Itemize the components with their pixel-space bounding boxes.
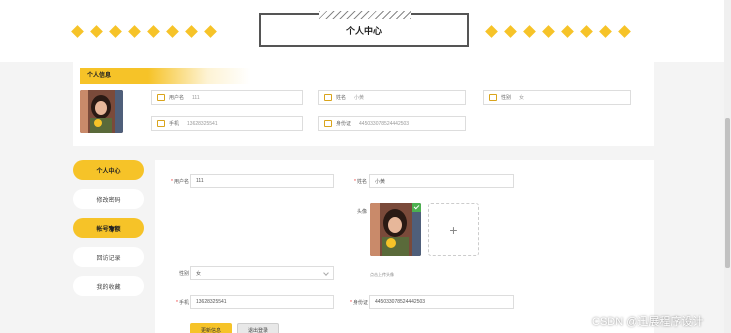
page-scrollbar[interactable] xyxy=(724,0,731,333)
username-input[interactable]: 111 xyxy=(190,174,334,188)
header-decoration-right xyxy=(485,25,631,38)
page-title-box: 个人中心 xyxy=(259,11,469,47)
header-decoration-left xyxy=(71,25,217,38)
avatar-upload-button[interactable]: + xyxy=(428,203,479,256)
home-icon xyxy=(489,94,497,101)
page-title: 个人中心 xyxy=(345,25,382,36)
watermark: CSDN @迅展程序设计 xyxy=(592,316,704,328)
sidebar-item-change-password[interactable]: 修改密码 xyxy=(73,189,144,209)
profile-form: *用户名 111 *姓名 小黄 头像 + 点击上传头像 性别 女 *手机 136… xyxy=(155,160,654,333)
idcard-label: *身份证 xyxy=(350,300,368,306)
scrollbar-thumb[interactable] xyxy=(725,118,730,268)
idcard-input[interactable]: 445033078524442503 xyxy=(369,295,514,309)
phone-input[interactable]: 13628325541 xyxy=(190,295,334,309)
profile-gender-field: 性别 女 xyxy=(483,90,631,105)
upload-success-icon xyxy=(412,203,421,212)
phone-icon xyxy=(157,120,165,127)
lock-icon xyxy=(324,120,332,127)
gender-select[interactable]: 女 xyxy=(190,266,334,280)
gender-label: 性别 xyxy=(178,271,189,277)
update-info-button[interactable]: 更新信息 xyxy=(190,323,232,333)
calendar-icon xyxy=(324,94,332,101)
phone-label: *手机 xyxy=(176,300,189,306)
sidebar-item-visit-records[interactable]: 回访记录 xyxy=(73,247,144,267)
sidebar-item-personal-center[interactable]: 个人中心 xyxy=(73,160,144,180)
logout-button[interactable]: 退出登录 xyxy=(237,323,279,333)
sidebar-item-favorites[interactable]: 我的收藏 xyxy=(73,276,144,296)
profile-name-field: 姓名 小黄 xyxy=(318,90,466,105)
upload-hint: 点击上传头像 xyxy=(370,272,394,277)
profile-idcard-field: 身份证 445033078524442503 xyxy=(318,116,466,131)
profile-username-field: 用户名 111 xyxy=(151,90,303,105)
avatar-label: 头像 xyxy=(356,209,367,215)
avatar-preview xyxy=(370,203,421,256)
sidebar-item-account-balance[interactable]: 帐号余额 xyxy=(73,218,144,238)
profile-card: 个人信息 用户名 111 姓名 小黄 性别 女 手机 13628325541 身… xyxy=(73,62,654,146)
name-input[interactable]: 小黄 xyxy=(369,174,514,188)
id-card-icon xyxy=(157,94,165,101)
username-label: *用户名 xyxy=(171,179,189,185)
avatar xyxy=(80,90,123,133)
header: 个人中心 xyxy=(0,0,731,62)
profile-phone-field: 手机 13628325541 xyxy=(151,116,303,131)
name-label: *姓名 xyxy=(354,179,367,185)
title-stripes-decoration xyxy=(319,11,411,19)
profile-section-label: 个人信息 xyxy=(80,68,250,84)
